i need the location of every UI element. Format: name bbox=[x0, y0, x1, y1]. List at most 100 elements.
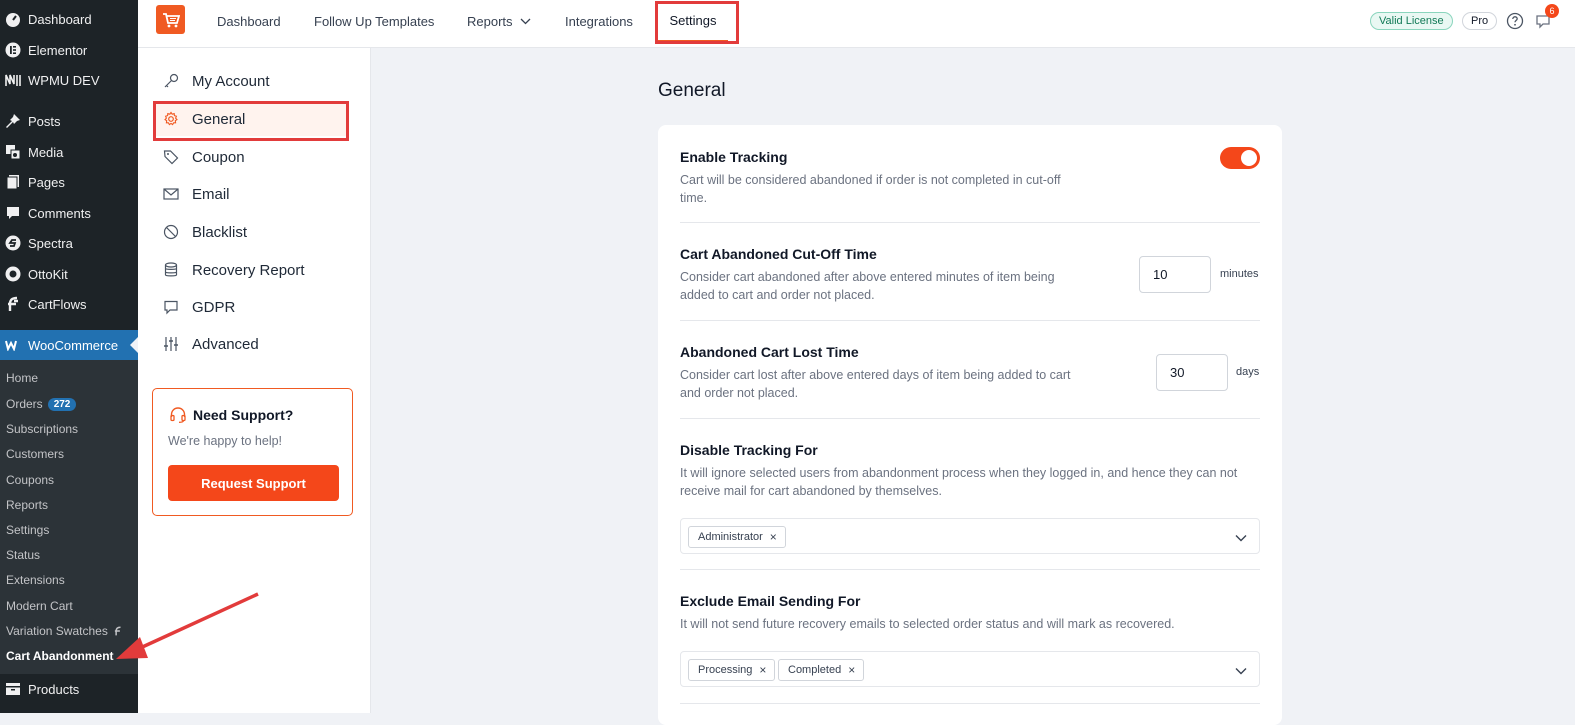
enable-tracking-setting: Enable Tracking Cart will be considered … bbox=[680, 149, 1260, 207]
settings-nav-label: Coupon bbox=[192, 148, 245, 166]
toggle-knob bbox=[1241, 150, 1257, 166]
setting-title: Exclude Email Sending For bbox=[680, 593, 861, 609]
help-icon[interactable] bbox=[1506, 12, 1524, 30]
tab-integrations[interactable]: Integrations bbox=[565, 0, 633, 42]
settings-nav-label: General bbox=[192, 110, 246, 128]
wp-admin-sidebar: Dashboard Elementor WPMU DEV Posts Media… bbox=[0, 0, 138, 713]
wp-sub-label: Coupons bbox=[6, 473, 55, 487]
wp-sub-variation-swatches[interactable]: Variation Swatches bbox=[6, 621, 123, 641]
settings-sidebar: My Account General Coupon Email Blacklis… bbox=[138, 48, 371, 713]
wp-sub-reports[interactable]: Reports bbox=[6, 495, 48, 515]
wpmudev-icon bbox=[4, 71, 22, 89]
tab-reports[interactable]: Reports bbox=[467, 0, 531, 42]
selected-tag: Completed × bbox=[778, 659, 865, 681]
settings-nav-label: Email bbox=[192, 185, 230, 203]
wp-sub-orders[interactable]: Orders 272 bbox=[6, 394, 77, 414]
cutoff-minutes-input[interactable] bbox=[1139, 256, 1211, 293]
exclude-email-multiselect[interactable]: Processing × Completed × bbox=[680, 651, 1260, 687]
wp-sub-coupons[interactable]: Coupons bbox=[6, 470, 54, 490]
setting-description: It will not send future recovery emails … bbox=[680, 617, 1175, 631]
settings-nav-label: Recovery Report bbox=[192, 261, 305, 279]
cutoff-unit-label: minutes bbox=[1220, 268, 1259, 280]
wp-menu-posts[interactable]: Posts bbox=[0, 106, 138, 136]
settings-nav-label: Blacklist bbox=[192, 223, 248, 241]
settings-nav-advanced[interactable]: Advanced bbox=[154, 327, 348, 361]
headset-icon bbox=[169, 406, 187, 429]
wp-sub-cart-abandonment[interactable]: Cart Abandonment bbox=[6, 646, 114, 666]
wp-menu-label: Elementor bbox=[28, 42, 88, 58]
tab-follow-up-templates[interactable]: Follow Up Templates bbox=[314, 0, 434, 42]
wp-menu-label: Spectra bbox=[28, 235, 73, 251]
wp-sub-label: Orders bbox=[6, 397, 43, 411]
settings-nav-email[interactable]: Email bbox=[154, 177, 348, 211]
wp-menu-dashboard[interactable]: Dashboard bbox=[0, 4, 138, 34]
wp-menu-pages[interactable]: Pages bbox=[0, 167, 138, 197]
tag-label: Completed bbox=[788, 664, 842, 676]
lost-days-input[interactable] bbox=[1156, 354, 1228, 391]
remove-tag-icon[interactable]: × bbox=[770, 530, 777, 544]
wp-menu-cartflows[interactable]: CartFlows bbox=[0, 289, 138, 319]
exclude-email-setting: Exclude Email Sending For It will not se… bbox=[680, 593, 1260, 633]
divider bbox=[680, 222, 1260, 223]
enable-tracking-toggle[interactable] bbox=[1220, 147, 1260, 169]
setting-description: Consider cart lost after above entered d… bbox=[680, 368, 1071, 400]
key-icon bbox=[162, 72, 180, 90]
wp-sub-customers[interactable]: Customers bbox=[6, 444, 64, 464]
wp-sub-extensions[interactable]: Extensions bbox=[6, 570, 65, 590]
settings-nav-gdpr[interactable]: GDPR bbox=[154, 290, 348, 324]
tab-settings[interactable]: Settings bbox=[658, 0, 728, 42]
wp-menu-wpmudev[interactable]: WPMU DEV bbox=[0, 65, 138, 95]
remove-tag-icon[interactable]: × bbox=[848, 663, 855, 677]
mail-icon bbox=[162, 185, 180, 203]
wp-menu-woocommerce[interactable]: WooCommerce bbox=[0, 330, 138, 360]
disable-tracking-setting: Disable Tracking For It will ignore sele… bbox=[680, 442, 1260, 500]
settings-nav-coupon[interactable]: Coupon bbox=[154, 140, 348, 174]
support-title: Need Support? bbox=[193, 407, 294, 423]
wp-menu-label: WPMU DEV bbox=[28, 72, 100, 88]
wp-menu-comments[interactable]: Comments bbox=[0, 198, 138, 228]
cart-logo-icon[interactable] bbox=[156, 5, 185, 34]
settings-nav-general[interactable]: General bbox=[154, 102, 348, 136]
page-title: General bbox=[658, 80, 726, 101]
wp-menu-elementor[interactable]: Elementor bbox=[0, 35, 138, 65]
wp-menu-ottokit[interactable]: OttoKit bbox=[0, 259, 138, 289]
wp-sub-label: Reports bbox=[6, 498, 49, 512]
wp-sub-modern-cart[interactable]: Modern Cart bbox=[6, 596, 73, 616]
wp-sub-settings[interactable]: Settings bbox=[6, 520, 49, 540]
wp-sub-label: Status bbox=[6, 548, 41, 562]
wp-sub-home[interactable]: Home bbox=[6, 368, 38, 388]
settings-nav-my-account[interactable]: My Account bbox=[154, 64, 348, 98]
wp-sub-status[interactable]: Status bbox=[6, 545, 40, 565]
wp-sub-label: Modern Cart bbox=[6, 599, 73, 613]
settings-nav-blacklist[interactable]: Blacklist bbox=[154, 215, 348, 249]
wp-sub-label: Variation Swatches bbox=[6, 624, 108, 638]
wp-menu-label: Media bbox=[28, 144, 64, 160]
wp-menu-label: CartFlows bbox=[28, 296, 87, 312]
wp-sub-subscriptions[interactable]: Subscriptions bbox=[6, 419, 78, 439]
pro-plan-badge: Pro bbox=[1462, 12, 1498, 30]
comment-icon bbox=[4, 204, 22, 222]
spectra-icon bbox=[4, 234, 22, 252]
divider bbox=[680, 703, 1260, 704]
elementor-icon bbox=[4, 41, 22, 59]
wp-menu-media[interactable]: Media bbox=[0, 137, 138, 167]
tag-label: Processing bbox=[698, 664, 753, 676]
tag-label: Administrator bbox=[698, 531, 763, 543]
remove-tag-icon[interactable]: × bbox=[759, 663, 766, 677]
wp-sub-label: Customers bbox=[6, 447, 65, 461]
disable-tracking-multiselect[interactable]: Administrator × bbox=[680, 518, 1260, 554]
setting-title: Enable Tracking bbox=[680, 149, 788, 165]
wp-menu-spectra[interactable]: Spectra bbox=[0, 228, 138, 258]
request-support-button[interactable]: Request Support bbox=[168, 465, 339, 501]
ban-icon bbox=[162, 223, 180, 241]
notifications-icon[interactable]: 6 bbox=[1535, 4, 1559, 32]
settings-nav-recovery-report[interactable]: Recovery Report bbox=[154, 253, 348, 287]
setting-description: Consider cart abandoned after above ente… bbox=[680, 270, 1055, 302]
gear-icon bbox=[162, 110, 180, 128]
lost-unit-label: days bbox=[1236, 366, 1260, 378]
setting-description: It will ignore selected users from aband… bbox=[680, 466, 1238, 498]
divider bbox=[680, 320, 1260, 321]
tab-dashboard[interactable]: Dashboard bbox=[217, 0, 281, 42]
wp-sub-label: Home bbox=[6, 371, 39, 385]
wp-menu-products[interactable]: Products bbox=[0, 674, 138, 704]
